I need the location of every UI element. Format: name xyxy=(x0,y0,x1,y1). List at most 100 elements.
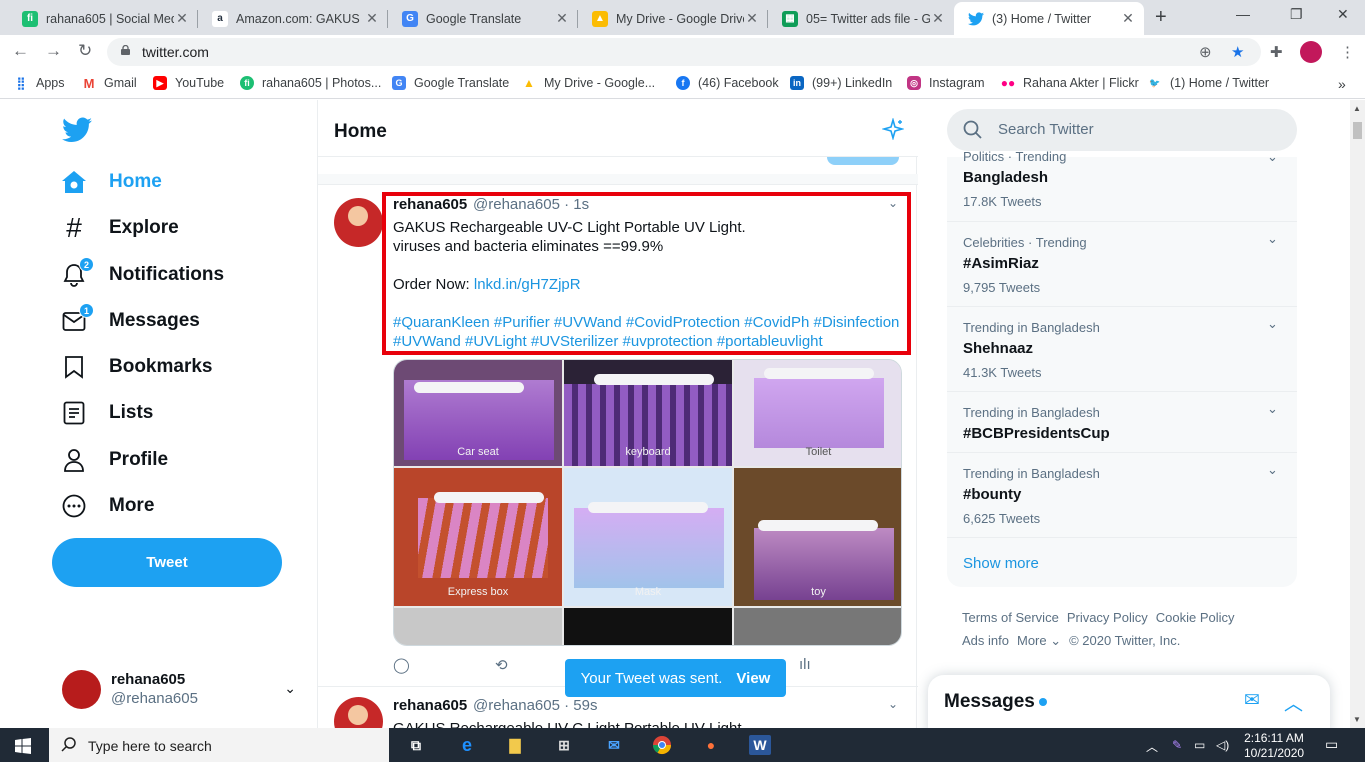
nav-bookmarks[interactable]: Bookmarks xyxy=(60,347,213,387)
bookmark-google-translate[interactable]: G Google Translate xyxy=(392,76,509,90)
tweet-author-name[interactable]: rehana605 xyxy=(393,697,467,714)
bookmark-flickr[interactable]: ●● Rahana Akter | Flickr xyxy=(1001,76,1139,90)
file-explorer-icon[interactable]: ▇ xyxy=(504,735,526,755)
search-twitter[interactable]: Search Twitter xyxy=(947,109,1297,151)
tweet-compose-button-fragment[interactable] xyxy=(827,157,899,165)
analytics-icon[interactable]: ılı xyxy=(799,656,811,673)
tab-google-translate[interactable]: G Google Translate ✕ xyxy=(388,2,578,35)
edge-icon[interactable]: e xyxy=(456,735,478,755)
add-circle-icon[interactable]: ⊕ xyxy=(1199,43,1212,61)
twitter-logo-icon[interactable] xyxy=(62,116,92,144)
close-icon[interactable]: ✕ xyxy=(364,10,380,27)
close-icon[interactable]: ✕ xyxy=(174,10,190,27)
bookmark-apps[interactable]: ⣿ Apps xyxy=(14,76,65,90)
tab-google-sheets[interactable]: ▦ 05= Twitter ads file - Go ✕ xyxy=(768,2,954,35)
bookmark-twitter[interactable]: 🐦 (1) Home / Twitter xyxy=(1148,76,1269,90)
menu-icon[interactable]: ⋮ xyxy=(1340,43,1355,61)
show-more-link[interactable]: Show more xyxy=(963,555,1039,572)
chevron-down-icon[interactable]: ⌄ xyxy=(1267,462,1278,478)
avatar[interactable] xyxy=(334,198,383,247)
bookmarks-bar: ⣿ Apps M Gmail ▶ YouTube fi rahana605 | Phot… xyxy=(0,69,1365,99)
more-bookmarks-icon[interactable]: » xyxy=(1338,76,1346,92)
tab-amazon[interactable]: a Amazon.com: GAKUS R ✕ xyxy=(198,2,388,35)
trend-item[interactable]: Celebrities · Trending #AsimRiaz 9,795 T… xyxy=(947,222,1297,307)
chevron-up-icon[interactable]: ︿ xyxy=(1146,738,1158,755)
tab-twitter[interactable]: (3) Home / Twitter ✕ xyxy=(954,2,1144,35)
scrollbar[interactable]: ▲ ▼ xyxy=(1350,100,1365,728)
gmail-icon: M xyxy=(83,75,95,91)
firefox-icon[interactable]: ● xyxy=(700,735,722,755)
back-icon[interactable]: ← xyxy=(12,41,29,61)
nav-lists[interactable]: Lists xyxy=(60,393,153,433)
extensions-icon[interactable]: ✚ xyxy=(1270,43,1283,61)
view-tweet-link[interactable]: View xyxy=(736,670,770,687)
trend-item[interactable]: Politics · Trending Bangladesh 17.8K Twe… xyxy=(947,149,1297,222)
scroll-up-icon[interactable]: ▲ xyxy=(1353,104,1361,113)
tweet[interactable]: rehana605 @rehana605 · 1s ⌄ GAKUS Rechar… xyxy=(318,186,918,686)
system-clock[interactable]: 2:16:11 AM 10/21/2020 xyxy=(1244,731,1304,761)
mail-icon[interactable]: ✉ xyxy=(603,735,625,755)
restore-icon[interactable]: ❐ xyxy=(1290,6,1303,23)
pen-icon[interactable]: ✎ xyxy=(1172,738,1182,752)
trend-item[interactable]: Trending in Bangladesh #bounty 6,625 Twe… xyxy=(947,453,1297,538)
chevron-down-icon[interactable]: ⌄ xyxy=(1267,149,1278,165)
nav-notifications[interactable]: 2 Notifications xyxy=(60,255,224,295)
search-input[interactable]: Search Twitter xyxy=(998,121,1094,138)
chevron-down-icon[interactable]: ⌄ xyxy=(888,697,898,711)
task-view-icon[interactable]: ⧉ xyxy=(405,735,427,755)
reload-icon[interactable]: ↻ xyxy=(78,41,92,61)
network-icon[interactable]: ▭ xyxy=(1194,738,1205,752)
profile-avatar[interactable] xyxy=(1300,41,1322,63)
account-switcher[interactable]: rehana605 @rehana605 ⌄ xyxy=(62,668,302,712)
scrollbar-thumb[interactable] xyxy=(1353,122,1362,139)
address-bar[interactable]: twitter.com ⊕ ★ xyxy=(107,38,1261,66)
close-icon[interactable]: ✕ xyxy=(930,10,946,27)
windows-start-icon[interactable] xyxy=(15,738,31,754)
tweet-media-collage[interactable]: Car seat keyboard Toilet Express box Mas… xyxy=(393,359,902,646)
bell-icon: 2 xyxy=(60,257,94,289)
chevron-down-icon[interactable]: ⌄ xyxy=(1267,231,1278,247)
nav-profile[interactable]: Profile xyxy=(60,440,168,480)
messages-dock[interactable]: Messages ✉ ︿ xyxy=(928,675,1330,728)
chevron-up-icon[interactable]: ︿ xyxy=(1284,689,1303,716)
bookmark-youtube[interactable]: ▶ YouTube xyxy=(153,76,224,90)
retweet-icon[interactable]: ⟲ xyxy=(495,656,508,674)
sparkle-icon[interactable] xyxy=(882,118,904,140)
trend-item[interactable]: Trending in Bangladesh Shehnaaz 41.3K Tw… xyxy=(947,307,1297,392)
bookmark-fiverr[interactable]: fi rahana605 | Photos... xyxy=(240,76,381,90)
forward-icon[interactable]: → xyxy=(45,41,62,61)
word-icon[interactable]: W xyxy=(749,735,771,755)
store-icon[interactable]: ⊞ xyxy=(553,735,575,755)
nav-more[interactable]: More xyxy=(60,486,154,526)
bookmark-facebook[interactable]: f (46) Facebook xyxy=(676,76,779,90)
close-window-icon[interactable]: ✕ xyxy=(1337,6,1349,23)
close-icon[interactable]: ✕ xyxy=(1120,10,1136,27)
star-icon[interactable]: ★ xyxy=(1231,43,1244,61)
nav-messages[interactable]: 1 Messages xyxy=(60,301,200,341)
tweet-button[interactable]: Tweet xyxy=(52,538,282,587)
bookmark-gmail[interactable]: M Gmail xyxy=(82,75,137,91)
scroll-down-icon[interactable]: ▼ xyxy=(1353,715,1361,724)
tab-fiverr[interactable]: fi rahana605 | Social Med ✕ xyxy=(8,2,198,35)
reply-icon[interactable]: ◯ xyxy=(393,656,410,674)
new-message-icon[interactable]: ✉ xyxy=(1244,689,1260,712)
media-tile: Express box xyxy=(394,468,562,606)
minimize-icon[interactable]: — xyxy=(1236,6,1250,22)
bookmark-linkedin[interactable]: in (99+) LinkedIn xyxy=(790,76,892,90)
chevron-down-icon[interactable]: ⌄ xyxy=(1267,401,1278,417)
nav-explore[interactable]: # Explore xyxy=(60,208,179,248)
chrome-icon[interactable] xyxy=(651,735,673,755)
new-tab-icon[interactable]: + xyxy=(1155,6,1167,29)
trend-item[interactable]: Trending in Bangladesh #BCBPresidentsCup… xyxy=(947,392,1297,453)
close-icon[interactable]: ✕ xyxy=(554,10,570,27)
close-icon[interactable]: ✕ xyxy=(744,10,760,27)
taskbar-search[interactable]: Type here to search xyxy=(49,728,389,762)
tab-google-drive[interactable]: ▲ My Drive - Google Drive ✕ xyxy=(578,2,768,35)
bookmark-instagram[interactable]: ◎ Instagram xyxy=(907,76,985,90)
bookmark-google-drive[interactable]: ▲ My Drive - Google... xyxy=(522,76,655,90)
volume-icon[interactable]: ◁) xyxy=(1216,738,1229,752)
nav-home[interactable]: Home xyxy=(60,162,162,202)
chevron-down-icon[interactable]: ⌄ xyxy=(1267,316,1278,332)
notification-center-icon[interactable]: ▭ xyxy=(1325,736,1338,753)
avatar[interactable] xyxy=(334,697,383,728)
